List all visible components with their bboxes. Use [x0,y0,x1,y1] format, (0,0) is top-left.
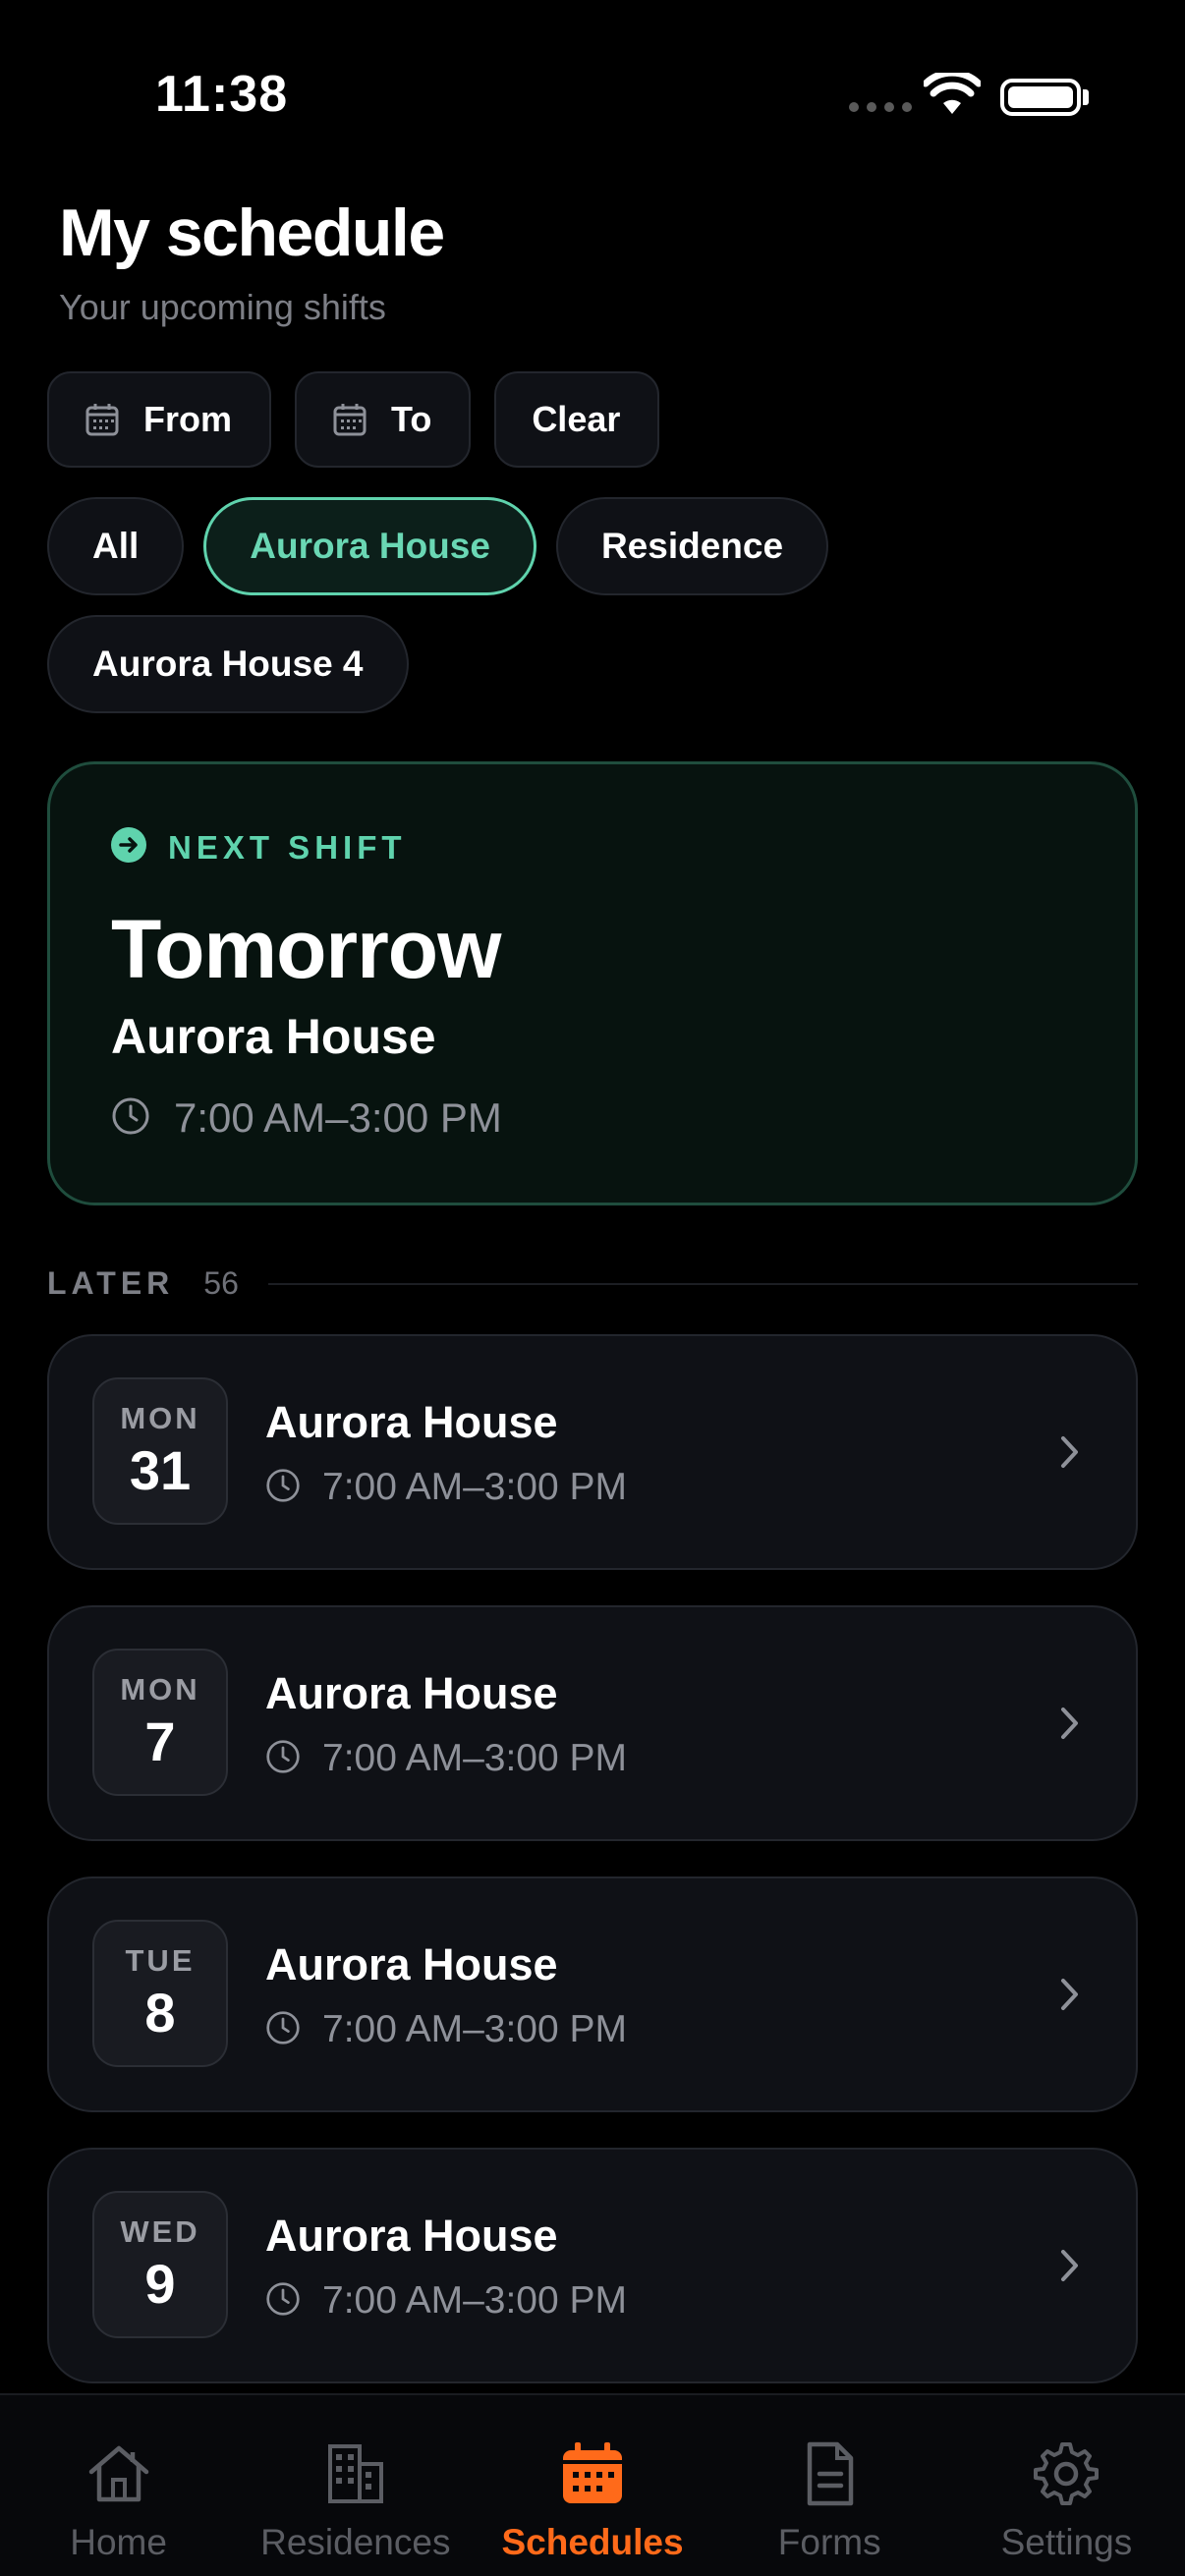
shift-date-badge: TUE 8 [92,1920,228,2067]
shift-day-number: 7 [144,1709,176,1772]
shift-time: 7:00 AM–3:00 PM [322,2008,628,2050]
date-filters: From To Clear [47,371,660,468]
filter-chip-all[interactable]: All [47,497,185,595]
later-section-header: LATER 56 [47,1265,1138,1302]
tab-home[interactable]: Home [0,2395,237,2576]
chevron-right-icon [1059,2248,1081,2288]
shift-time: 7:00 AM–3:00 PM [322,1466,628,1508]
arrow-right-circle-icon [111,827,146,868]
signal-icon [849,102,912,112]
to-date-label: To [391,399,432,439]
shift-residence: Aurora House [265,1668,558,1718]
wifi-icon [922,69,983,121]
clock-icon [111,1096,150,1141]
clock-icon [265,2281,301,2322]
filter-chip-residence[interactable]: Residence [555,497,829,595]
status-time: 11:38 [155,66,289,123]
shift-weekday: TUE [125,1942,196,1978]
calendar-icon [557,2438,628,2514]
page-title: My schedule [59,196,445,270]
gear-icon [1031,2438,1101,2514]
tab-label: Schedules [501,2522,684,2562]
shift-residence: Aurora House [265,2211,558,2261]
residence-filter-row: All Aurora House Residence [47,497,829,595]
clock-icon [265,2010,301,2050]
building-icon [320,2438,391,2514]
shift-list-item[interactable]: WED 9 Aurora House 7:00 AM–3:00 PM [47,2148,1138,2383]
shift-weekday: MON [120,1400,200,1435]
tab-residences[interactable]: Residences [237,2395,474,2576]
filter-chip-aurora-house[interactable]: Aurora House [203,497,536,595]
page-subtitle: Your upcoming shifts [59,287,386,327]
filter-chip-aurora-house-4[interactable]: Aurora House 4 [47,615,409,713]
shift-residence: Aurora House [265,1397,558,1447]
clock-icon [265,1468,301,1508]
shift-list-item[interactable]: MON 7 Aurora House 7:00 AM–3:00 PM [47,1605,1138,1841]
calendar-icon [85,402,120,437]
shift-weekday: MON [120,1671,200,1707]
shift-date-badge: MON 7 [92,1649,228,1796]
battery-icon [1000,79,1081,116]
from-date-label: From [143,399,232,439]
from-date-button[interactable]: From [47,371,271,468]
divider [267,1282,1138,1285]
document-icon [794,2438,865,2514]
shift-day-number: 31 [129,1438,192,1501]
tab-bar: Home Residences Schedules Forms Settings [0,2393,1185,2576]
shift-list-item[interactable]: MON 31 Aurora House 7:00 AM–3:00 PM [47,1334,1138,1570]
clock-icon [265,1739,301,1779]
clear-button[interactable]: Clear [494,371,660,468]
chevron-right-icon [1059,1434,1081,1475]
next-shift-time: 7:00 AM–3:00 PM [174,1094,502,1141]
shift-date-badge: MON 31 [92,1377,228,1525]
to-date-button[interactable]: To [295,371,472,468]
tab-label: Settings [1000,2522,1133,2562]
later-count: 56 [203,1265,239,1301]
chevron-right-icon [1059,1706,1081,1746]
chevron-right-icon [1059,1977,1081,2017]
shift-day-number: 8 [144,1981,176,2044]
tab-label: Forms [777,2522,881,2562]
tab-schedules[interactable]: Schedules [474,2395,710,2576]
tab-forms[interactable]: Forms [711,2395,948,2576]
tab-label: Residences [260,2522,451,2562]
shift-date-badge: WED 9 [92,2191,228,2338]
tab-settings[interactable]: Settings [948,2395,1185,2576]
calendar-icon [332,402,367,437]
shift-residence: Aurora House [265,1939,558,1989]
residence-filter-row-2: Aurora House 4 [47,615,409,713]
shift-time: 7:00 AM–3:00 PM [322,2279,628,2322]
next-shift-card[interactable]: NEXT SHIFT Tomorrow Aurora House 7:00 AM… [47,761,1138,1205]
next-shift-label: NEXT SHIFT [168,828,407,866]
status-bar: 11:38 [0,0,1185,187]
shift-time: 7:00 AM–3:00 PM [322,1737,628,1779]
home-icon [84,2438,154,2514]
clear-label: Clear [532,399,621,439]
shift-day-number: 9 [144,2252,176,2315]
next-shift-residence: Aurora House [111,1009,436,1064]
shift-list-item[interactable]: TUE 8 Aurora House 7:00 AM–3:00 PM [47,1876,1138,2112]
later-label: LATER [47,1265,175,1301]
tab-label: Home [70,2522,167,2562]
next-shift-day: Tomorrow [111,903,501,995]
shift-weekday: WED [120,2213,200,2249]
